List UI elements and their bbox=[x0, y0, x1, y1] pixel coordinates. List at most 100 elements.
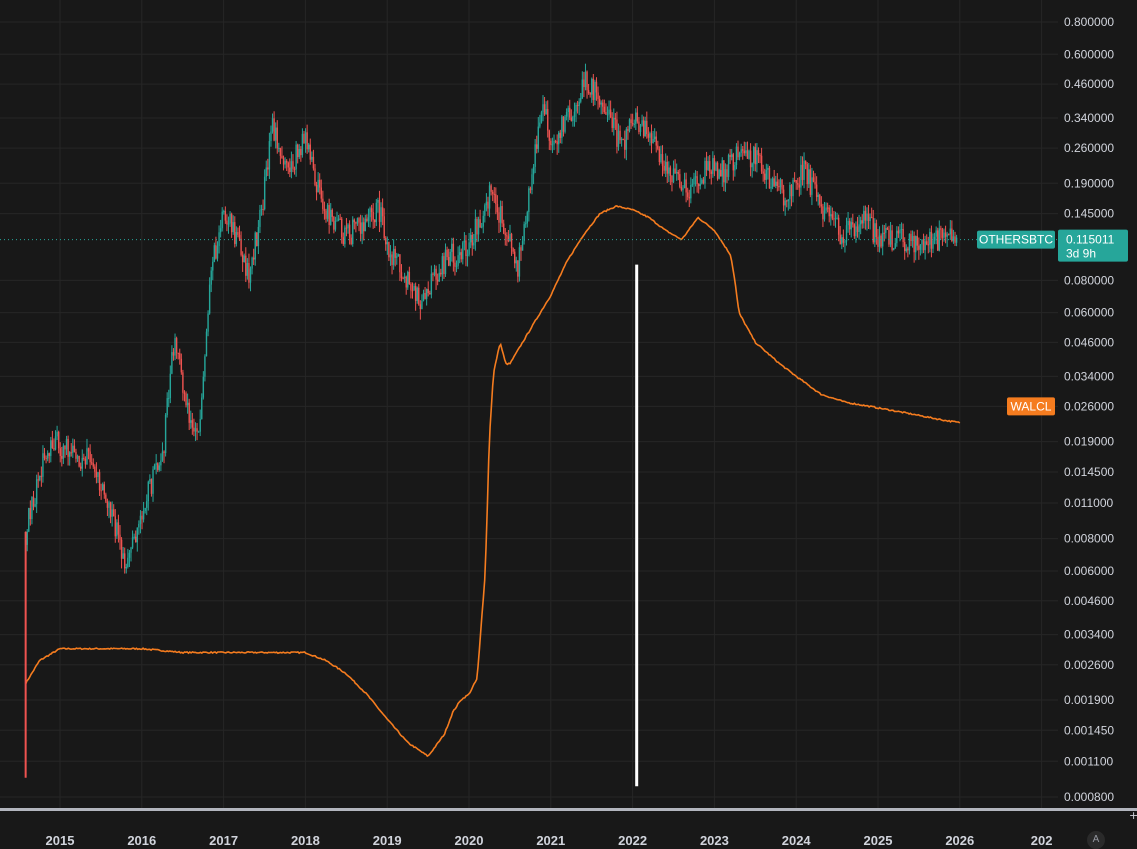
candle-body bbox=[576, 105, 579, 107]
auto-scale-button[interactable]: A bbox=[1087, 831, 1105, 849]
candle-body bbox=[944, 232, 947, 237]
candle-body bbox=[823, 210, 826, 220]
candle-body bbox=[229, 213, 231, 224]
candle-body bbox=[169, 373, 172, 399]
candle-body bbox=[933, 236, 936, 241]
candle-body bbox=[798, 184, 801, 188]
candle-body bbox=[631, 123, 634, 125]
candle-body bbox=[451, 243, 453, 252]
candle-body bbox=[910, 233, 912, 242]
candle-body bbox=[263, 176, 266, 210]
candle-body bbox=[113, 509, 115, 517]
candle-body bbox=[370, 208, 373, 213]
candle-body bbox=[897, 230, 900, 234]
candle-body bbox=[915, 236, 917, 253]
candle-body bbox=[124, 553, 126, 569]
candle-body bbox=[292, 161, 294, 169]
candle-body bbox=[685, 179, 687, 193]
candle-body bbox=[344, 227, 346, 245]
candle-body bbox=[422, 292, 425, 301]
candle-body bbox=[28, 508, 30, 532]
walcl-name-text: WALCL bbox=[1011, 399, 1052, 413]
candle-body bbox=[905, 248, 907, 252]
candle-body bbox=[432, 273, 434, 275]
candle-body bbox=[768, 167, 771, 189]
candle-body bbox=[164, 414, 167, 454]
candle-body bbox=[337, 218, 340, 221]
y-tick-label: 0.008000 bbox=[1064, 532, 1114, 546]
candle-body bbox=[682, 188, 684, 191]
candle-body bbox=[397, 254, 400, 257]
time-axis[interactable]: 2015 2016 2017 2018 2019 2020 2021 2022 2023 2024… bbox=[0, 808, 1137, 848]
candle-body bbox=[457, 255, 459, 266]
candle-body bbox=[109, 502, 112, 517]
candle-body bbox=[778, 186, 780, 188]
chart-canvas[interactable]: 0.800000 0.600000 0.460000 0.340000 0.260000… bbox=[0, 0, 1137, 849]
candle-body bbox=[454, 262, 456, 267]
candle-body bbox=[202, 376, 205, 398]
x-tick-label: 2025 bbox=[864, 833, 893, 848]
candle-body bbox=[158, 465, 161, 470]
candle-body bbox=[556, 141, 558, 145]
candle-body bbox=[342, 237, 344, 245]
candle-body bbox=[660, 154, 662, 163]
candle-body bbox=[559, 132, 562, 138]
candle-body bbox=[793, 180, 796, 182]
candle-body bbox=[499, 206, 502, 223]
candle-body bbox=[333, 216, 335, 230]
candle-body bbox=[927, 244, 929, 246]
candle-body bbox=[237, 232, 239, 235]
candle-body bbox=[686, 192, 689, 197]
othersbtc-countdown: 3d 9h bbox=[1066, 247, 1096, 261]
candle-body bbox=[84, 458, 87, 465]
candle-body bbox=[425, 288, 428, 299]
candle-body bbox=[510, 233, 513, 249]
candle-body bbox=[858, 224, 860, 232]
candle-body bbox=[72, 445, 74, 453]
candle-body bbox=[304, 132, 307, 144]
candle-body bbox=[902, 229, 904, 242]
candle-body bbox=[554, 140, 557, 142]
candle-body bbox=[122, 553, 124, 559]
x-tick-label: 2015 bbox=[46, 833, 75, 848]
x-tick-label: 2019 bbox=[373, 833, 402, 848]
candle-body bbox=[149, 479, 151, 482]
candle-body bbox=[391, 254, 393, 265]
candle-body bbox=[262, 208, 264, 210]
candle-body bbox=[249, 268, 252, 283]
candle-body bbox=[191, 420, 194, 428]
candle-body bbox=[375, 202, 378, 223]
candle-body bbox=[359, 222, 362, 234]
candle-body bbox=[952, 236, 955, 242]
candle-body bbox=[830, 214, 832, 217]
candle-body bbox=[729, 155, 731, 157]
candle-body bbox=[773, 178, 775, 186]
grid-lines bbox=[0, 0, 1058, 808]
candle-body bbox=[613, 117, 615, 128]
candle-body bbox=[817, 194, 819, 198]
candle-body bbox=[715, 162, 717, 171]
candle-body bbox=[405, 276, 407, 288]
candle-body bbox=[117, 522, 120, 535]
price-axis[interactable]: 0.800000 0.600000 0.460000 0.340000 0.260000… bbox=[1064, 15, 1114, 804]
candle-body bbox=[740, 149, 742, 153]
candle-body bbox=[241, 254, 244, 263]
candle-body bbox=[185, 393, 187, 406]
candle-body bbox=[701, 179, 703, 184]
candle-body bbox=[619, 130, 621, 141]
candle-body bbox=[62, 445, 65, 459]
candle-body bbox=[625, 129, 628, 150]
candle-body bbox=[767, 167, 769, 170]
x-tick-label: 2024 bbox=[782, 833, 812, 848]
candle-body bbox=[587, 90, 590, 94]
candle-body bbox=[760, 155, 763, 172]
candle-body bbox=[95, 471, 98, 478]
candle-body bbox=[834, 218, 837, 220]
candle-body bbox=[83, 457, 85, 459]
candle-body bbox=[230, 213, 233, 233]
candle-body bbox=[40, 475, 43, 477]
candle-body bbox=[210, 270, 212, 285]
candle-body bbox=[136, 527, 138, 543]
candle-body bbox=[171, 352, 173, 374]
candle-body bbox=[276, 127, 278, 149]
